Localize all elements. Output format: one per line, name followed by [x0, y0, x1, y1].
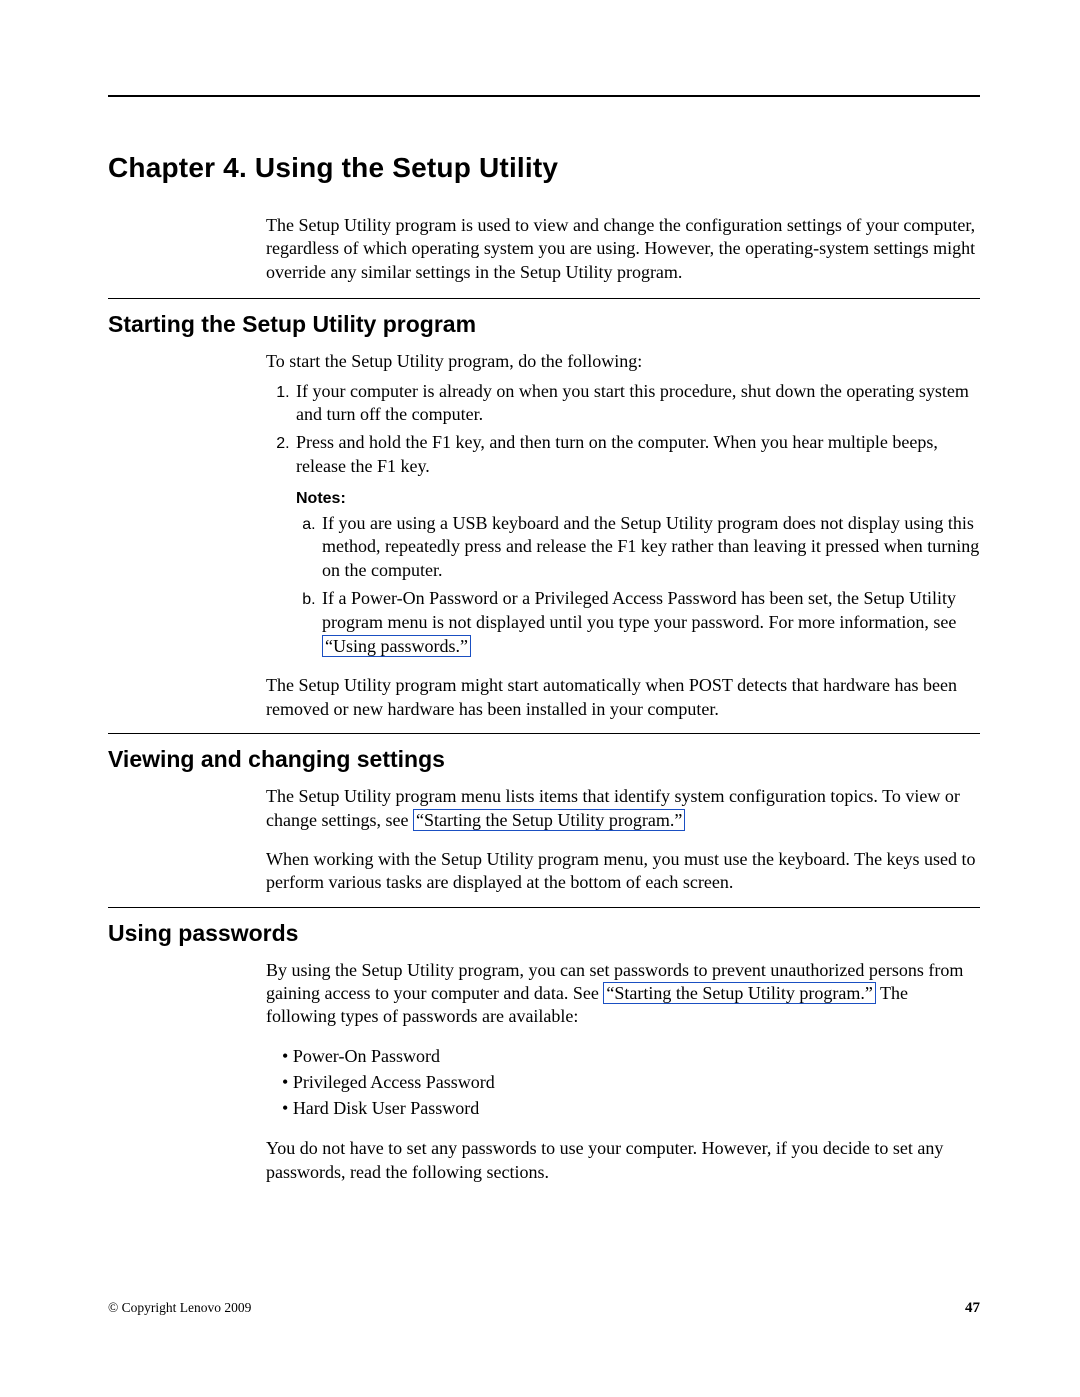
note-a: If you are using a USB keyboard and the … — [320, 512, 980, 583]
password-types-list: Power-On Password Privileged Access Pass… — [266, 1043, 980, 1121]
bullet-harddisk: Hard Disk User Password — [282, 1095, 980, 1121]
step-1-text: If your computer is already on when you … — [296, 381, 969, 425]
section3-p2: You do not have to set any passwords to … — [266, 1137, 980, 1184]
section-title-viewing: Viewing and changing settings — [108, 746, 980, 773]
section2-p2: When working with the Setup Utility prog… — [266, 848, 980, 895]
xref-starting-setup-utility-2[interactable]: “Starting the Setup Utility program.” — [603, 982, 875, 1004]
section2-p1: The Setup Utility program menu lists ite… — [266, 785, 980, 832]
section-rule — [108, 907, 980, 908]
note-a-text: If you are using a USB keyboard and the … — [322, 513, 979, 581]
xref-using-passwords[interactable]: “Using passwords.” — [322, 635, 471, 657]
section-rule — [108, 733, 980, 734]
step-2: Press and hold the F1 key, and then turn… — [294, 431, 980, 658]
intro-block: The Setup Utility program is used to vie… — [266, 214, 980, 284]
section3-body: By using the Setup Utility program, you … — [266, 959, 980, 1184]
top-rule — [108, 95, 980, 97]
steps-list: If your computer is already on when you … — [266, 380, 980, 659]
bullet-privileged: Privileged Access Password — [282, 1069, 980, 1095]
document-page: Chapter 4. Using the Setup Utility The S… — [0, 0, 1080, 1397]
step-1: If your computer is already on when you … — [294, 380, 980, 428]
note-b: If a Power-On Password or a Privileged A… — [320, 587, 980, 658]
notes-label: Notes: — [296, 489, 980, 510]
notes-list: If you are using a USB keyboard and the … — [296, 512, 980, 659]
chapter-title: Chapter 4. Using the Setup Utility — [108, 152, 980, 184]
section-title-starting: Starting the Setup Utility program — [108, 311, 980, 338]
section-title-passwords: Using passwords — [108, 920, 980, 947]
section1-lead: To start the Setup Utility program, do t… — [266, 350, 980, 373]
section-rule — [108, 298, 980, 299]
note-b-pre: If a Power-On Password or a Privileged A… — [322, 588, 956, 632]
page-footer: © Copyright Lenovo 2009 47 — [108, 1300, 980, 1317]
intro-paragraph: The Setup Utility program is used to vie… — [266, 214, 980, 284]
xref-starting-setup-utility[interactable]: “Starting the Setup Utility program.” — [413, 809, 685, 831]
step-2-text: Press and hold the F1 key, and then turn… — [296, 432, 938, 476]
section3-p1: By using the Setup Utility program, you … — [266, 959, 980, 1029]
section1-body: To start the Setup Utility program, do t… — [266, 350, 980, 721]
note-b-text: If a Power-On Password or a Privileged A… — [322, 588, 956, 657]
bullet-poweron: Power-On Password — [282, 1043, 980, 1069]
section2-body: The Setup Utility program menu lists ite… — [266, 785, 980, 895]
section1-tail: The Setup Utility program might start au… — [266, 674, 980, 721]
page-number: 47 — [965, 1300, 980, 1317]
copyright-text: © Copyright Lenovo 2009 — [108, 1300, 251, 1316]
